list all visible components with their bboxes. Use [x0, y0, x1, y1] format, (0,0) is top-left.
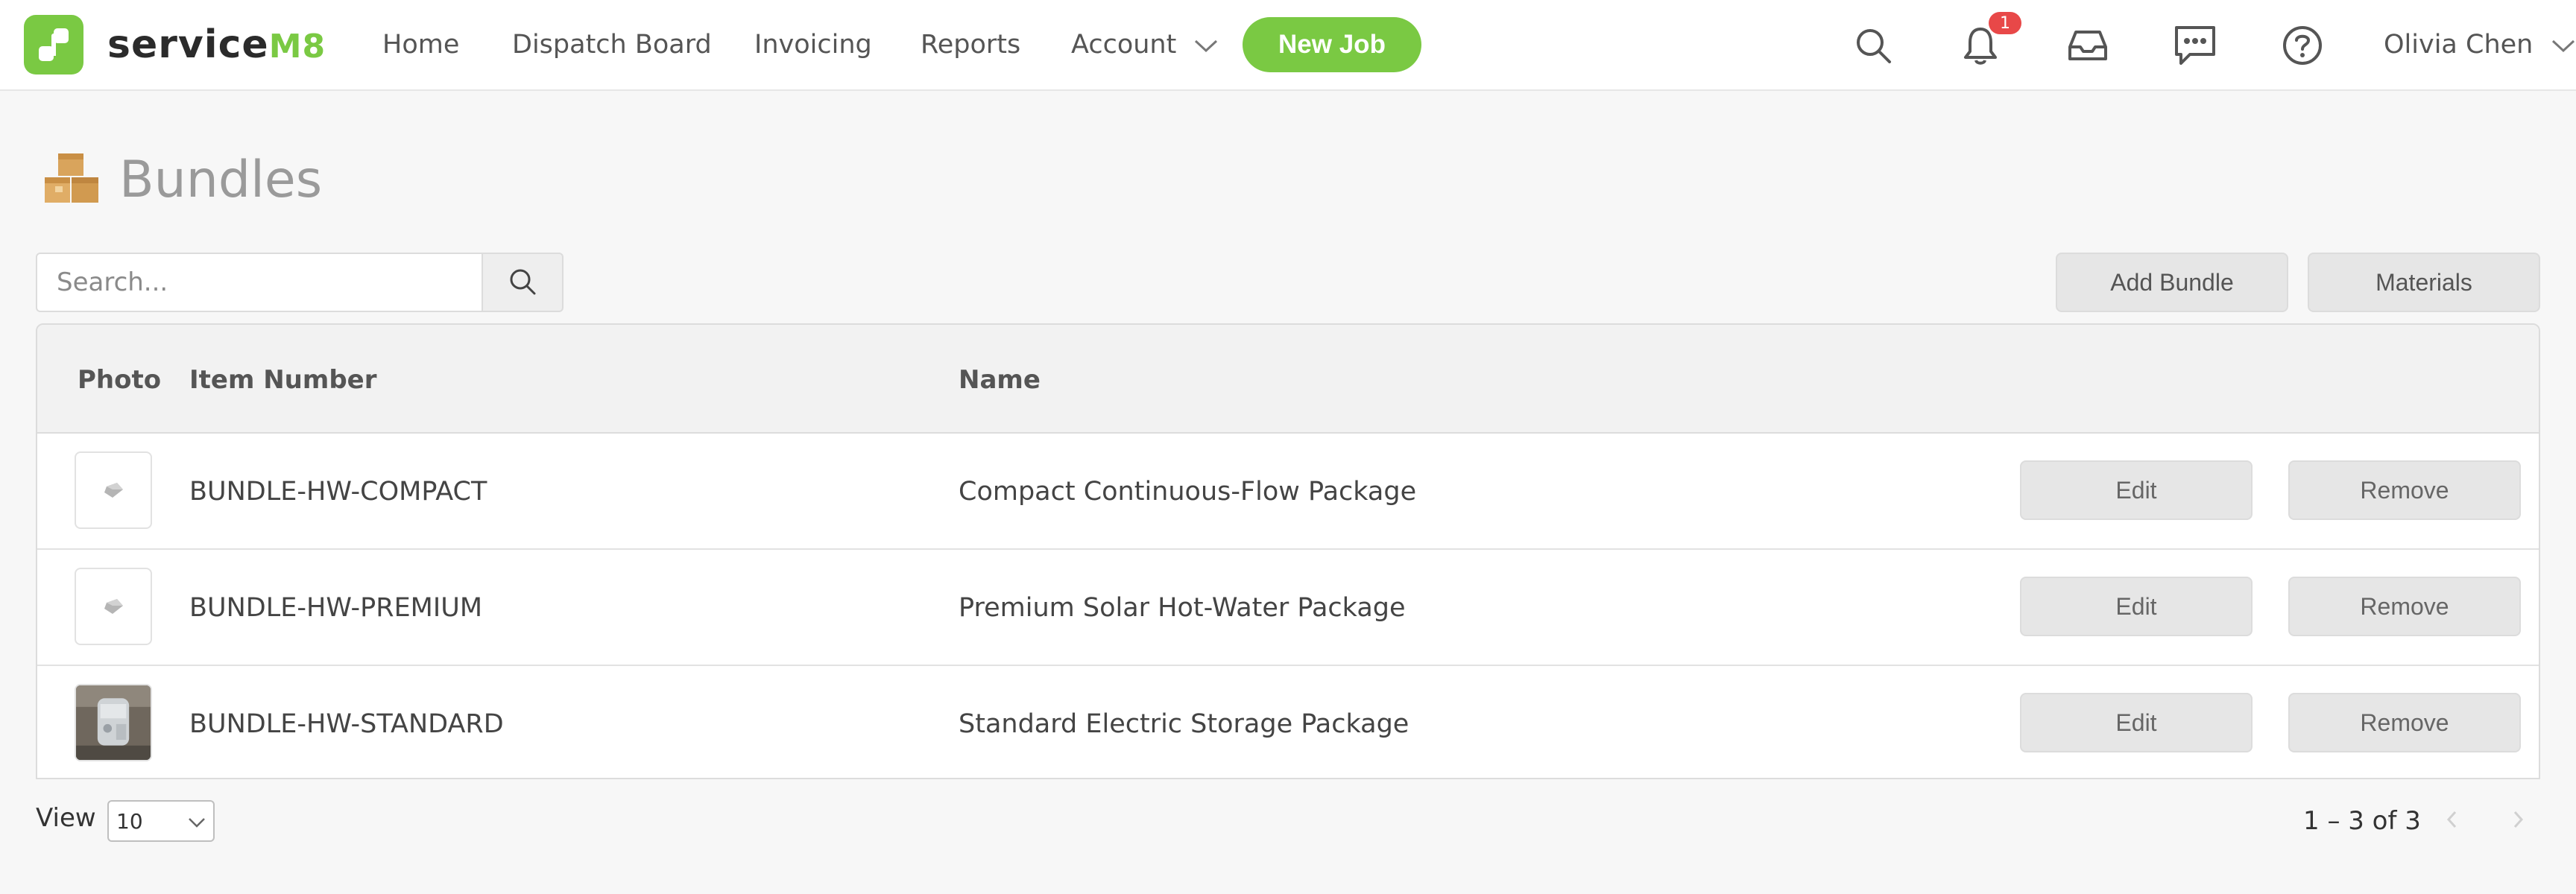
nav-invoicing[interactable]: Invoicing — [754, 27, 872, 63]
remove-button[interactable]: Remove — [2288, 693, 2521, 752]
nav-account-label: Account — [1071, 30, 1177, 60]
product-photo[interactable] — [75, 684, 152, 761]
chevron-down-icon — [2551, 28, 2576, 63]
item-number: BUNDLE-HW-PREMIUM — [189, 593, 483, 623]
search-input[interactable] — [36, 253, 483, 312]
chat-icon[interactable] — [2168, 18, 2223, 73]
add-bundle-button[interactable]: Add Bundle — [2056, 253, 2288, 312]
edit-button[interactable]: Edit — [2020, 693, 2253, 752]
item-number: BUNDLE-HW-COMPACT — [189, 477, 487, 507]
page-header: Bundles — [43, 146, 322, 213]
user-menu[interactable]: Olivia Chen — [2384, 27, 2576, 63]
photo-placeholder-icon — [75, 568, 152, 645]
top-navigation-bar: serviceM8 Home Dispatch Board Invoicing … — [0, 0, 2576, 91]
page-title: Bundles — [119, 150, 323, 209]
edit-button[interactable]: Edit — [2020, 577, 2253, 636]
chevron-down-icon — [186, 812, 207, 837]
table-row[interactable]: BUNDLE-HW-STANDARD Standard Electric Sto… — [37, 666, 2539, 778]
boxes-icon — [43, 152, 100, 207]
notification-badge: 1 — [1989, 12, 2021, 34]
photo-placeholder-icon — [75, 451, 152, 529]
search-icon[interactable] — [1846, 18, 1901, 73]
search-icon — [508, 267, 537, 299]
bundle-name: Standard Electric Storage Package — [959, 709, 1409, 739]
help-icon[interactable] — [2275, 18, 2330, 73]
chevron-down-icon — [1193, 28, 1219, 63]
table-row[interactable]: BUNDLE-HW-PREMIUM Premium Solar Hot-Wate… — [37, 550, 2539, 666]
edit-button[interactable]: Edit — [2020, 460, 2253, 520]
materials-button[interactable]: Materials — [2308, 253, 2540, 312]
previous-page-button[interactable] — [2431, 800, 2473, 842]
table-header: Photo Item Number Name — [37, 325, 2539, 434]
item-number: BUNDLE-HW-STANDARD — [189, 709, 504, 739]
pagination-summary: 1 – 3 of 3 — [2303, 806, 2421, 836]
chevron-left-icon — [2445, 809, 2460, 833]
servicem8-logo[interactable]: serviceM8 — [24, 15, 326, 74]
nav-account[interactable]: Account — [1071, 27, 1219, 63]
remove-button[interactable]: Remove — [2288, 577, 2521, 636]
table-row[interactable]: BUNDLE-HW-COMPACT Compact Continuous-Flo… — [37, 434, 2539, 550]
user-name: Olivia Chen — [2384, 30, 2534, 60]
search-button[interactable] — [482, 253, 564, 312]
bundle-name: Premium Solar Hot-Water Package — [959, 593, 1406, 623]
column-header-name[interactable]: Name — [959, 365, 1041, 395]
remove-button[interactable]: Remove — [2288, 460, 2521, 520]
column-header-item-number[interactable]: Item Number — [189, 365, 376, 395]
bundle-name: Compact Continuous-Flow Package — [959, 477, 1417, 507]
logo-mark-icon — [24, 15, 83, 74]
chevron-right-icon — [2510, 809, 2525, 833]
new-job-button[interactable]: New Job — [1243, 17, 1421, 72]
page-size-select[interactable]: 10 — [107, 800, 215, 842]
bundles-table: Photo Item Number Name BUNDLE-HW-COMPACT… — [36, 323, 2540, 779]
inbox-icon[interactable] — [2060, 18, 2115, 73]
nav-reports[interactable]: Reports — [921, 27, 1020, 63]
next-page-button[interactable] — [2497, 800, 2539, 842]
page-size-value: 10 — [116, 808, 143, 834]
nav-home[interactable]: Home — [382, 27, 459, 63]
view-label: View — [36, 803, 96, 833]
nav-dispatch-board[interactable]: Dispatch Board — [512, 27, 712, 63]
logo-wordmark: serviceM8 — [107, 22, 326, 67]
column-header-photo: Photo — [78, 365, 162, 395]
